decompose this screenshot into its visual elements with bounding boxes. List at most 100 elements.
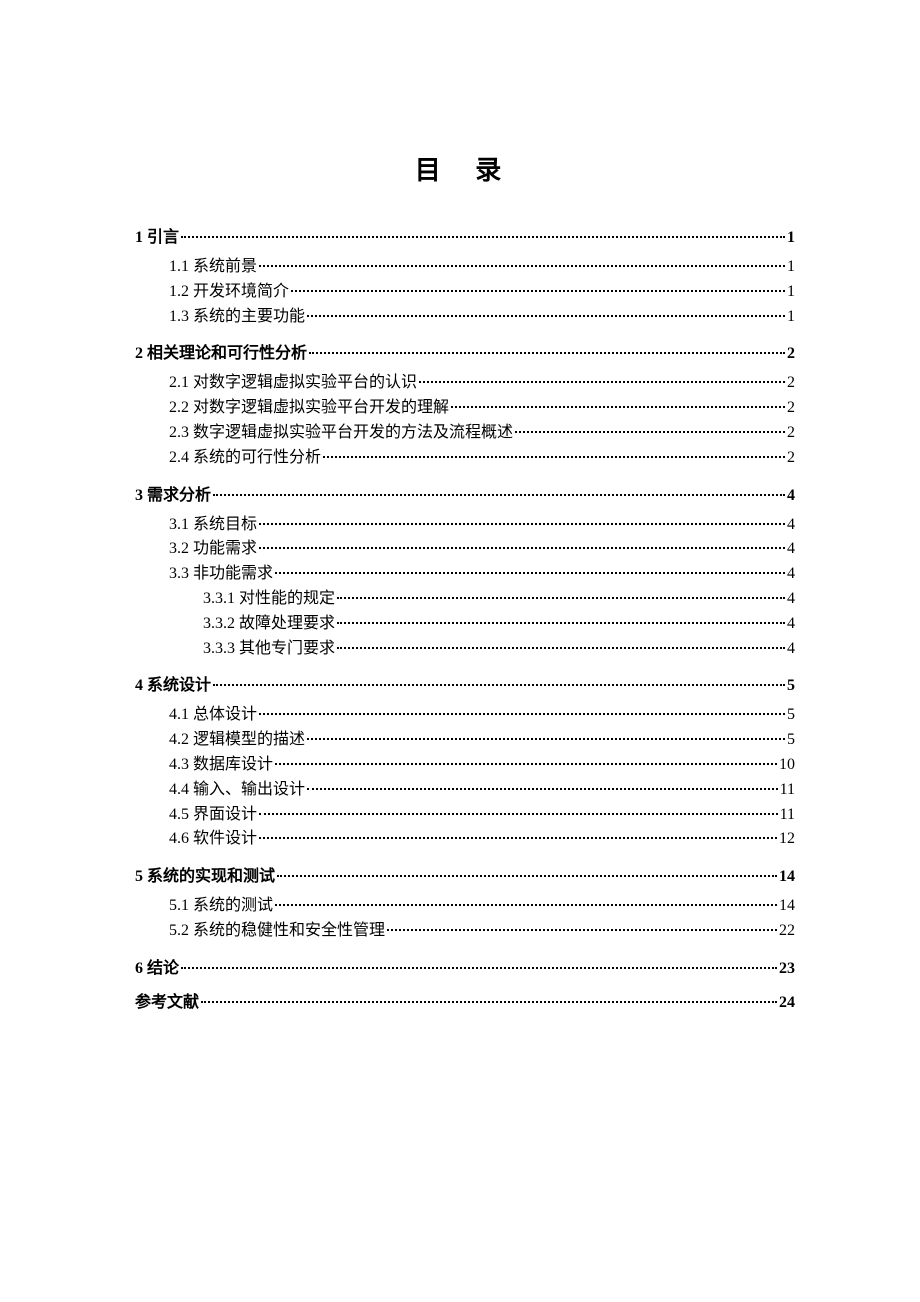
toc-leader-dots	[275, 763, 777, 765]
toc-entry-page: 12	[779, 827, 795, 852]
toc-entry: 3.2 功能需求4	[169, 537, 795, 562]
toc-entry-page: 2	[787, 345, 795, 363]
toc-entry: 1.2 开发环境简介 1	[169, 280, 795, 305]
toc-leader-dots	[277, 875, 777, 877]
toc-container: 1 引言11.1 系统前景11.2 开发环境简介11.3 系统的主要功能12 相…	[135, 223, 795, 1012]
toc-entry-label: 2.2 对数字逻辑虚拟实验平台开发的理解	[169, 396, 449, 421]
toc-entry: 4.6 软件设计 12	[169, 827, 795, 852]
toc-leader-dots	[181, 236, 785, 238]
toc-entry: 2.1 对数字逻辑虚拟实验平台的认识 2	[169, 371, 795, 396]
toc-leader-dots	[259, 547, 785, 549]
toc-entry: 5.1 系统的测试 14	[169, 894, 795, 919]
toc-entry-label: 5.2 系统的稳健性和安全性管理	[169, 919, 385, 944]
toc-leader-dots	[337, 622, 785, 624]
toc-entry: 2 相关理论和可行性分析 2	[135, 339, 795, 363]
toc-entry: 1.3 系统的主要功能 1	[169, 305, 795, 330]
toc-entry-label: 5 系统的实现和测试	[135, 862, 275, 886]
toc-entry-page: 2	[787, 446, 795, 471]
toc-leader-dots	[419, 381, 785, 383]
toc-entry-page: 10	[779, 753, 795, 778]
toc-leader-dots	[259, 713, 785, 715]
toc-entry-page: 11	[780, 778, 795, 803]
toc-entry: 4.1 总体设计 5	[169, 703, 795, 728]
toc-entry-label: 4.1 总体设计	[169, 703, 257, 728]
toc-entry: 4.4 输入、输出设计 11	[169, 778, 795, 803]
toc-entry-label: 3.1 系统目标	[169, 513, 257, 538]
toc-entry-page: 14	[779, 894, 795, 919]
toc-entry-label: 3.3.2 故障处理要求	[203, 612, 335, 637]
toc-leader-dots	[181, 967, 777, 969]
toc-entry-label: 5.1 系统的测试	[169, 894, 273, 919]
toc-leader-dots	[451, 406, 785, 408]
toc-leader-dots	[291, 290, 785, 292]
toc-entry-label: 2.3 数字逻辑虚拟实验平台开发的方法及流程概述	[169, 421, 513, 446]
toc-entry-label: 2.1 对数字逻辑虚拟实验平台的认识	[169, 371, 417, 396]
toc-leader-dots	[213, 684, 785, 686]
toc-leader-dots	[515, 431, 785, 433]
toc-entry-label: 1.3 系统的主要功能	[169, 305, 305, 330]
toc-entry-label: 2.4 系统的可行性分析	[169, 446, 321, 471]
toc-entry-page: 4	[787, 513, 795, 538]
toc-entry-page: 2	[787, 371, 795, 396]
toc-leader-dots	[387, 929, 777, 931]
toc-entry-page: 5	[787, 728, 795, 753]
toc-entry-page: 5	[787, 703, 795, 728]
toc-entry-label: 参考文献	[135, 988, 199, 1012]
toc-entry: 3.1 系统目标 4	[169, 513, 795, 538]
toc-entry: 5.2 系统的稳健性和安全性管理 22	[169, 919, 795, 944]
toc-entry-label: 6 结论	[135, 954, 179, 978]
toc-leader-dots	[309, 352, 785, 354]
toc-entry-label: 4.2 逻辑模型的描述	[169, 728, 305, 753]
toc-entry: 2.2 对数字逻辑虚拟实验平台开发的理解 2	[169, 396, 795, 421]
toc-entry-page: 14	[779, 868, 795, 886]
toc-entry-page: 4	[787, 562, 795, 587]
toc-entry-page: 4	[787, 587, 795, 612]
toc-entry-label: 3.3.3 其他专门要求	[203, 637, 335, 662]
toc-entry-label: 1.1 系统前景	[169, 255, 257, 280]
toc-leader-dots	[307, 738, 785, 740]
toc-entry: 4.5 界面设计 11	[169, 803, 795, 828]
toc-entry-page: 11	[780, 803, 795, 828]
toc-entry-page: 22	[779, 919, 795, 944]
toc-entry: 2.3 数字逻辑虚拟实验平台开发的方法及流程概述 2	[169, 421, 795, 446]
toc-entry-label: 1.2 开发环境简介	[169, 280, 289, 305]
toc-entry-label: 3.3 非功能需求	[169, 562, 273, 587]
toc-leader-dots	[201, 1001, 777, 1003]
toc-entry-label: 3.3.1 对性能的规定	[203, 587, 335, 612]
toc-entry-label: 1 引言	[135, 223, 179, 247]
toc-entry: 6 结论 23	[135, 954, 795, 978]
toc-entry-label: 3 需求分析	[135, 481, 211, 505]
toc-entry-label: 4.4 输入、输出设计	[169, 778, 305, 803]
toc-entry-page: 1	[787, 280, 795, 305]
toc-entry: 2.4 系统的可行性分析 2	[169, 446, 795, 471]
toc-entry: 3.3.3 其他专门要求4	[203, 637, 795, 662]
toc-leader-dots	[259, 523, 785, 525]
toc-entry-label: 4.5 界面设计	[169, 803, 257, 828]
toc-entry-page: 24	[779, 994, 795, 1012]
toc-entry: 4.2 逻辑模型的描述 5	[169, 728, 795, 753]
toc-entry-label: 4.3 数据库设计	[169, 753, 273, 778]
toc-entry-page: 4	[787, 537, 795, 562]
toc-entry-label: 4.6 软件设计	[169, 827, 257, 852]
toc-leader-dots	[259, 837, 777, 839]
toc-leader-dots	[213, 494, 785, 496]
toc-entry: 3.3.2 故障处理要求4	[203, 612, 795, 637]
toc-leader-dots	[307, 315, 785, 317]
toc-entry-label: 4 系统设计	[135, 671, 211, 695]
toc-entry: 参考文献 24	[135, 988, 795, 1012]
toc-entry-page: 2	[787, 396, 795, 421]
toc-entry: 3.3 非功能需求 4	[169, 562, 795, 587]
toc-entry: 4.3 数据库设计 10	[169, 753, 795, 778]
toc-entry-page: 2	[787, 421, 795, 446]
toc-entry-label: 2 相关理论和可行性分析	[135, 339, 307, 363]
toc-entry-page: 1	[787, 305, 795, 330]
toc-entry: 3 需求分析 4	[135, 481, 795, 505]
toc-entry-page: 1	[787, 229, 795, 247]
toc-leader-dots	[323, 456, 785, 458]
toc-entry: 1 引言 1	[135, 223, 795, 247]
toc-entry-page: 4	[787, 487, 795, 505]
toc-leader-dots	[337, 597, 785, 599]
toc-entry: 4 系统设计5	[135, 671, 795, 695]
toc-entry: 5 系统的实现和测试 14	[135, 862, 795, 886]
toc-entry-page: 23	[779, 960, 795, 978]
